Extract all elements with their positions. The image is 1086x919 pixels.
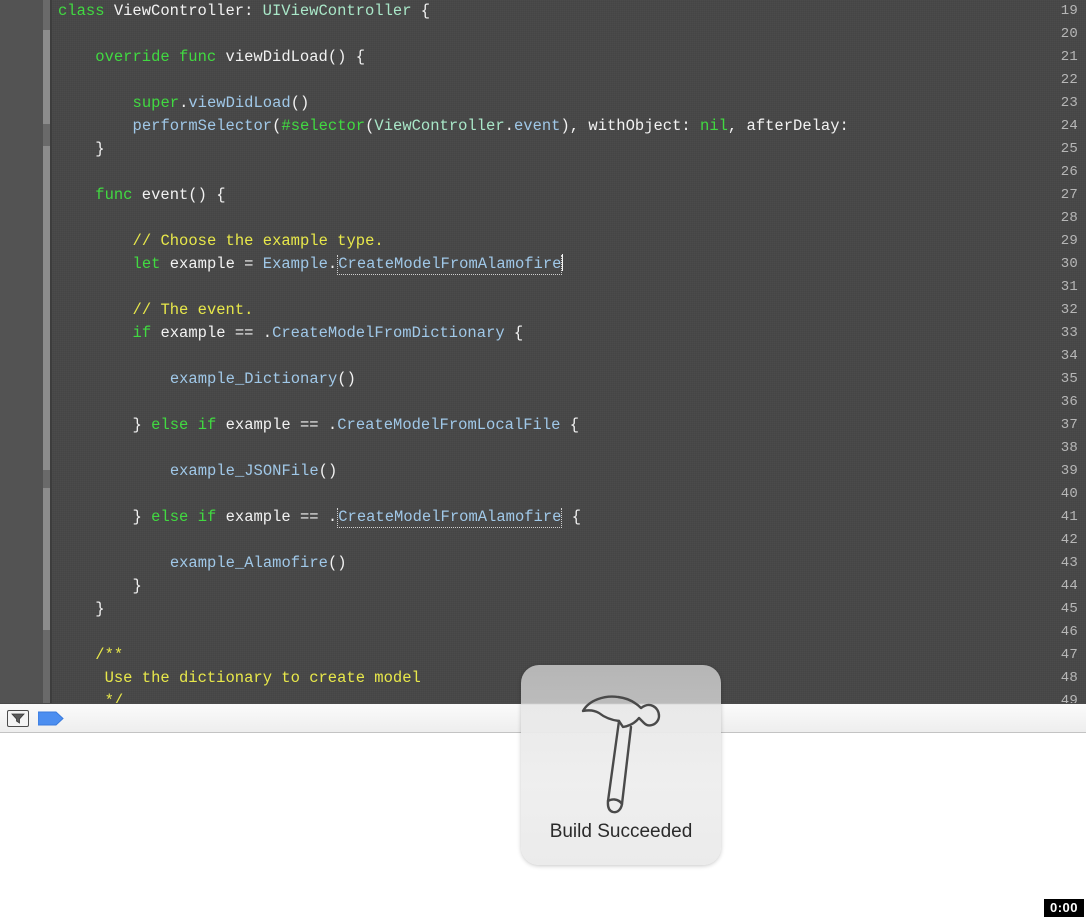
code-token: }	[95, 600, 105, 618]
code-token: #selector	[281, 117, 366, 135]
code-token: func	[179, 48, 217, 66]
code-token: ViewController	[374, 117, 505, 135]
code-token: // The event.	[132, 301, 254, 319]
code-token: // Choose the example type.	[132, 232, 384, 250]
code-line[interactable]: */	[95, 690, 124, 703]
xcode-window: 19 20 21 22 23 24 25 26 27 28 29 30 31 32 33 34 35 36 37 38…	[0, 0, 1086, 919]
code-token: {	[411, 2, 431, 20]
code-token: if	[132, 324, 152, 342]
code-token: CreateModelFromLocalFile	[337, 416, 561, 434]
breakpoint-arrow-icon[interactable]	[38, 711, 64, 726]
code-token: {	[504, 324, 524, 342]
code-line[interactable]: Use the dictionary to create model	[95, 667, 421, 690]
code-line[interactable]: override func viewDidLoad() {	[95, 46, 365, 69]
code-line[interactable]: /**	[95, 644, 123, 667]
code-token: example_JSONFile	[169, 462, 319, 480]
code-token: Use the dictionary to create model	[95, 669, 421, 687]
code-token: /**	[95, 646, 124, 664]
code-token: .	[179, 94, 189, 112]
code-token: ()	[337, 370, 356, 388]
code-token: }	[132, 577, 142, 595]
code-token: UIViewController	[262, 2, 412, 20]
code-token: super	[132, 94, 180, 112]
code-token: ViewController	[113, 2, 245, 20]
code-token: example == .	[216, 416, 338, 434]
code-token: .	[327, 255, 338, 273]
build-status-label: Build Succeeded	[549, 821, 693, 842]
filter-funnel-icon[interactable]	[7, 710, 29, 727]
code-token: , afterDelay:	[727, 117, 849, 135]
code-line[interactable]: func event() {	[95, 184, 225, 207]
code-token: event() {	[132, 186, 226, 204]
code-token: else	[151, 508, 189, 526]
code-token: nil	[700, 117, 728, 135]
code-token: example_Alamofire	[169, 554, 328, 572]
code-token: {	[560, 416, 580, 434]
code-line[interactable]: let example = Example.CreateModelFromAla…	[133, 253, 564, 276]
code-line[interactable]: class ViewController: UIViewController {	[58, 0, 430, 23]
code-line[interactable]: }	[133, 575, 142, 598]
code-line[interactable]: // Choose the example type.	[133, 230, 384, 253]
code-token: example == .	[216, 508, 338, 526]
code-token: performSelector	[132, 117, 273, 135]
autocomplete-token[interactable]: CreateModelFromAlamofire	[337, 255, 563, 275]
code-token: :	[244, 2, 263, 20]
code-line[interactable]: }	[95, 138, 104, 161]
code-line[interactable]: // The event.	[133, 299, 254, 322]
code-token: viewDidLoad	[188, 94, 291, 112]
autocomplete-token[interactable]: CreateModelFromAlamofire	[337, 508, 563, 528]
code-token: ()	[318, 462, 338, 480]
code-token: class	[58, 2, 105, 20]
source-editor[interactable]: 19 20 21 22 23 24 25 26 27 28 29 30 31 32 33 34 35 36 37 38…	[0, 0, 1086, 703]
code-token: }	[132, 416, 152, 434]
code-token: else	[151, 416, 189, 434]
code-line[interactable]: example_Dictionary()	[170, 368, 356, 391]
hammer-icon	[561, 683, 681, 823]
code-token: .	[504, 117, 514, 135]
build-status-hud: Build Succeeded	[521, 665, 721, 865]
recording-timer-badge: 0:00	[1043, 899, 1084, 917]
code-token: Example	[262, 255, 328, 273]
code-token: ()	[327, 554, 347, 572]
code-token: */	[95, 692, 124, 703]
code-line[interactable]: example_JSONFile()	[170, 460, 337, 483]
code-token: override	[95, 48, 170, 66]
code-token: ()	[290, 94, 310, 112]
text-caret	[562, 254, 564, 271]
code-line[interactable]: } else if example == .CreateModelFromAla…	[132, 506, 582, 529]
code-token: ), withObject:	[560, 117, 701, 135]
code-token: (	[272, 117, 282, 135]
code-content[interactable]: class ViewController: UIViewController {…	[58, 0, 1086, 703]
code-token: {	[562, 508, 582, 526]
code-token: func	[95, 186, 133, 204]
code-token: example =	[160, 255, 263, 273]
code-line[interactable]: super.viewDidLoad()	[133, 92, 310, 115]
code-token: example == .	[151, 324, 273, 342]
code-line[interactable]: performSelector(#selector(ViewController…	[133, 115, 849, 138]
code-line[interactable]: example_Alamofire()	[170, 552, 347, 575]
code-token: viewDidLoad() {	[216, 48, 366, 66]
code-token: }	[132, 508, 152, 526]
editor-left-rule	[50, 0, 52, 703]
code-line[interactable]: if example == .CreateModelFromDictionary…	[133, 322, 524, 345]
code-folding-ribbon[interactable]	[43, 0, 50, 703]
code-token: if	[197, 508, 217, 526]
code-line[interactable]: }	[95, 598, 104, 621]
code-line[interactable]: } else if example == .CreateModelFromLoc…	[133, 414, 580, 437]
code-token: example_Dictionary	[169, 370, 338, 388]
code-token: CreateModelFromDictionary	[272, 324, 505, 342]
code-token: }	[95, 140, 105, 158]
line-number-gutter[interactable]	[0, 0, 43, 703]
code-token: let	[132, 255, 161, 273]
code-token: if	[197, 416, 217, 434]
code-token: event	[513, 117, 561, 135]
